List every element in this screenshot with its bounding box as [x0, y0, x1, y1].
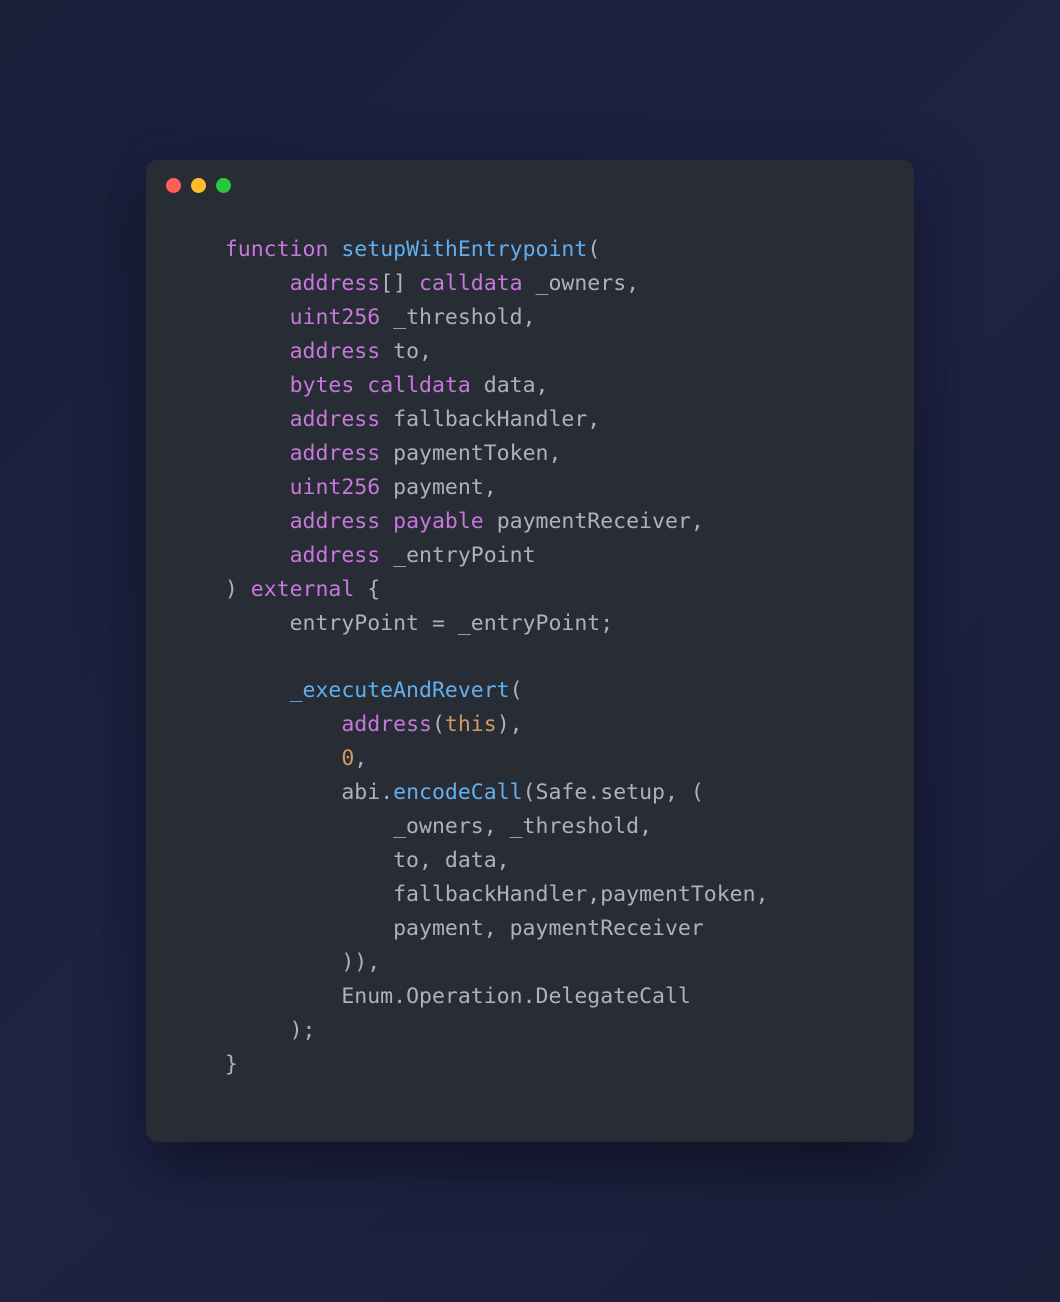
param-paymentreceiver: paymentReceiver: [497, 509, 691, 534]
type-safe: Safe: [536, 780, 588, 805]
var-entrypoint: entryPoint: [290, 611, 419, 636]
type-enum: Enum: [341, 984, 393, 1009]
type-address: address: [290, 441, 381, 466]
keyword-calldata: calldata: [367, 373, 471, 398]
param-paymenttoken: paymentToken: [393, 441, 548, 466]
type-address: address: [290, 271, 381, 296]
param-entrypoint: _entryPoint: [393, 543, 535, 568]
arg-threshold: _threshold: [510, 814, 639, 839]
code-block: function setupWithEntrypoint( address[] …: [146, 193, 914, 1142]
param-to: to: [393, 339, 419, 364]
param-threshold: _threshold: [393, 305, 522, 330]
close-icon[interactable]: [166, 178, 181, 193]
code-window: function setupWithEntrypoint( address[] …: [146, 160, 914, 1142]
fn-encodecall: encodeCall: [393, 780, 522, 805]
keyword-payable: payable: [393, 509, 484, 534]
keyword-calldata: calldata: [419, 271, 523, 296]
open-paren: (: [587, 237, 600, 262]
type-bytes: bytes: [290, 373, 355, 398]
maximize-icon[interactable]: [216, 178, 231, 193]
literal-zero: 0: [341, 746, 354, 771]
type-uint256: uint256: [290, 475, 381, 500]
abi: abi: [341, 780, 380, 805]
param-owners: _owners: [536, 271, 627, 296]
arg-data: data: [445, 848, 497, 873]
close-brace: }: [225, 1052, 238, 1077]
arg-payment: payment: [393, 916, 484, 941]
param-fallbackhandler: fallbackHandler: [393, 407, 587, 432]
window-titlebar: [146, 160, 914, 193]
function-name: setupWithEntrypoint: [341, 237, 587, 262]
fn-setup: setup: [600, 780, 665, 805]
arg-owners: _owners: [393, 814, 484, 839]
type-address: address: [290, 339, 381, 364]
var-entrypoint-arg: _entryPoint: [458, 611, 600, 636]
type-uint256: uint256: [290, 305, 381, 330]
arg-paymenttoken: paymentToken: [600, 882, 755, 907]
keyword-this: this: [445, 712, 497, 737]
param-data: data: [484, 373, 536, 398]
prop-delegatecall: DelegateCall: [536, 984, 691, 1009]
arg-to: to: [393, 848, 419, 873]
arg-fallbackhandler: fallbackHandler: [393, 882, 587, 907]
minimize-icon[interactable]: [191, 178, 206, 193]
type-address-cast: address: [341, 712, 432, 737]
type-address: address: [290, 509, 381, 534]
keyword-function: function: [225, 237, 329, 262]
brackets: []: [380, 271, 406, 296]
param-payment: payment: [393, 475, 484, 500]
keyword-external: external: [251, 577, 355, 602]
arg-paymentreceiver: paymentReceiver: [510, 916, 704, 941]
prop-operation: Operation: [406, 984, 523, 1009]
type-address: address: [290, 407, 381, 432]
fn-executeandrevert: _executeAndRevert: [290, 678, 510, 703]
type-address: address: [290, 543, 381, 568]
